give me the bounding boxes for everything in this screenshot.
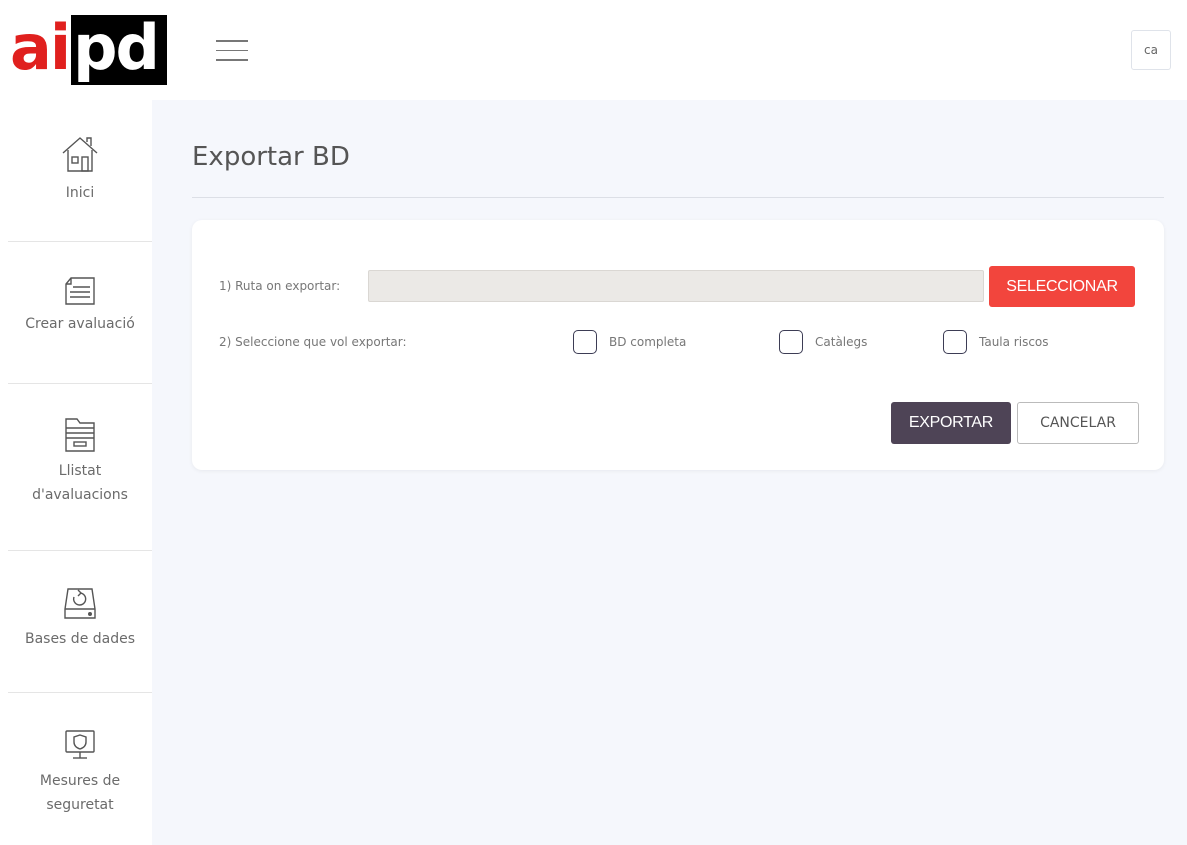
sidebar-item-inici[interactable]: Inici: [8, 133, 152, 205]
select-button[interactable]: SELECCIONAR: [989, 266, 1135, 307]
checkbox-catalegs[interactable]: Catàlegs: [779, 330, 867, 354]
sidebar: Inici Crear avaluació Llistat d'avaluaci…: [0, 100, 152, 845]
database-sync-icon: [64, 588, 96, 619]
sidebar-divider: [8, 241, 152, 242]
form-icon: [65, 277, 95, 305]
main-content: Exportar BD 1) Ruta on exportar: SELECCI…: [152, 100, 1187, 845]
sidebar-item-bases-de-dades[interactable]: Bases de dades: [8, 585, 152, 651]
hamburger-menu-icon[interactable]: [216, 40, 248, 62]
sidebar-item-label: Bases de dades: [24, 631, 136, 647]
checkbox-label: Taula riscos: [979, 335, 1049, 349]
app-header: ai pd ca: [0, 0, 1187, 100]
checkbox-label: BD completa: [609, 335, 687, 349]
home-icon: [62, 137, 98, 172]
cancel-button[interactable]: CANCELAR: [1017, 402, 1139, 444]
logo-text-ai: ai: [10, 11, 71, 84]
sidebar-item-mesures-seguretat[interactable]: Mesures de seguretat: [8, 727, 152, 817]
monitor-shield-icon: [65, 730, 95, 759]
sidebar-item-llistat-avaluacions[interactable]: Llistat d'avaluacions: [8, 415, 152, 507]
options-label: 2) Seleccione que vol exportar:: [219, 335, 407, 349]
checkbox-taula-riscos[interactable]: Taula riscos: [943, 330, 1049, 354]
archive-icon: [65, 418, 95, 452]
logo-text-pd: pd: [71, 15, 168, 85]
checkbox-box[interactable]: [943, 330, 967, 354]
export-card: 1) Ruta on exportar: SELECCIONAR 2) Sele…: [192, 220, 1164, 470]
sidebar-divider: [8, 383, 152, 384]
aipd-logo[interactable]: ai pd: [10, 11, 168, 85]
checkbox-box[interactable]: [573, 330, 597, 354]
language-button[interactable]: ca: [1131, 30, 1171, 70]
checkbox-box[interactable]: [779, 330, 803, 354]
export-button[interactable]: EXPORTAR: [891, 402, 1011, 444]
sidebar-item-label: Llistat d'avaluacions: [32, 463, 128, 503]
sidebar-item-label: Mesures de seguretat: [39, 773, 121, 813]
sidebar-item-label: Inici: [65, 185, 95, 201]
sidebar-item-crear-avaluacio[interactable]: Crear avaluació: [8, 276, 152, 336]
checkbox-bd-completa[interactable]: BD completa: [573, 330, 686, 354]
sidebar-divider: [8, 550, 152, 551]
title-divider: [192, 197, 1164, 198]
sidebar-divider: [8, 692, 152, 693]
sidebar-item-label: Crear avaluació: [25, 316, 135, 332]
route-input[interactable]: [368, 270, 984, 302]
page-title: Exportar BD: [192, 142, 350, 172]
checkbox-label: Catàlegs: [815, 335, 868, 349]
route-label: 1) Ruta on exportar:: [219, 279, 341, 293]
